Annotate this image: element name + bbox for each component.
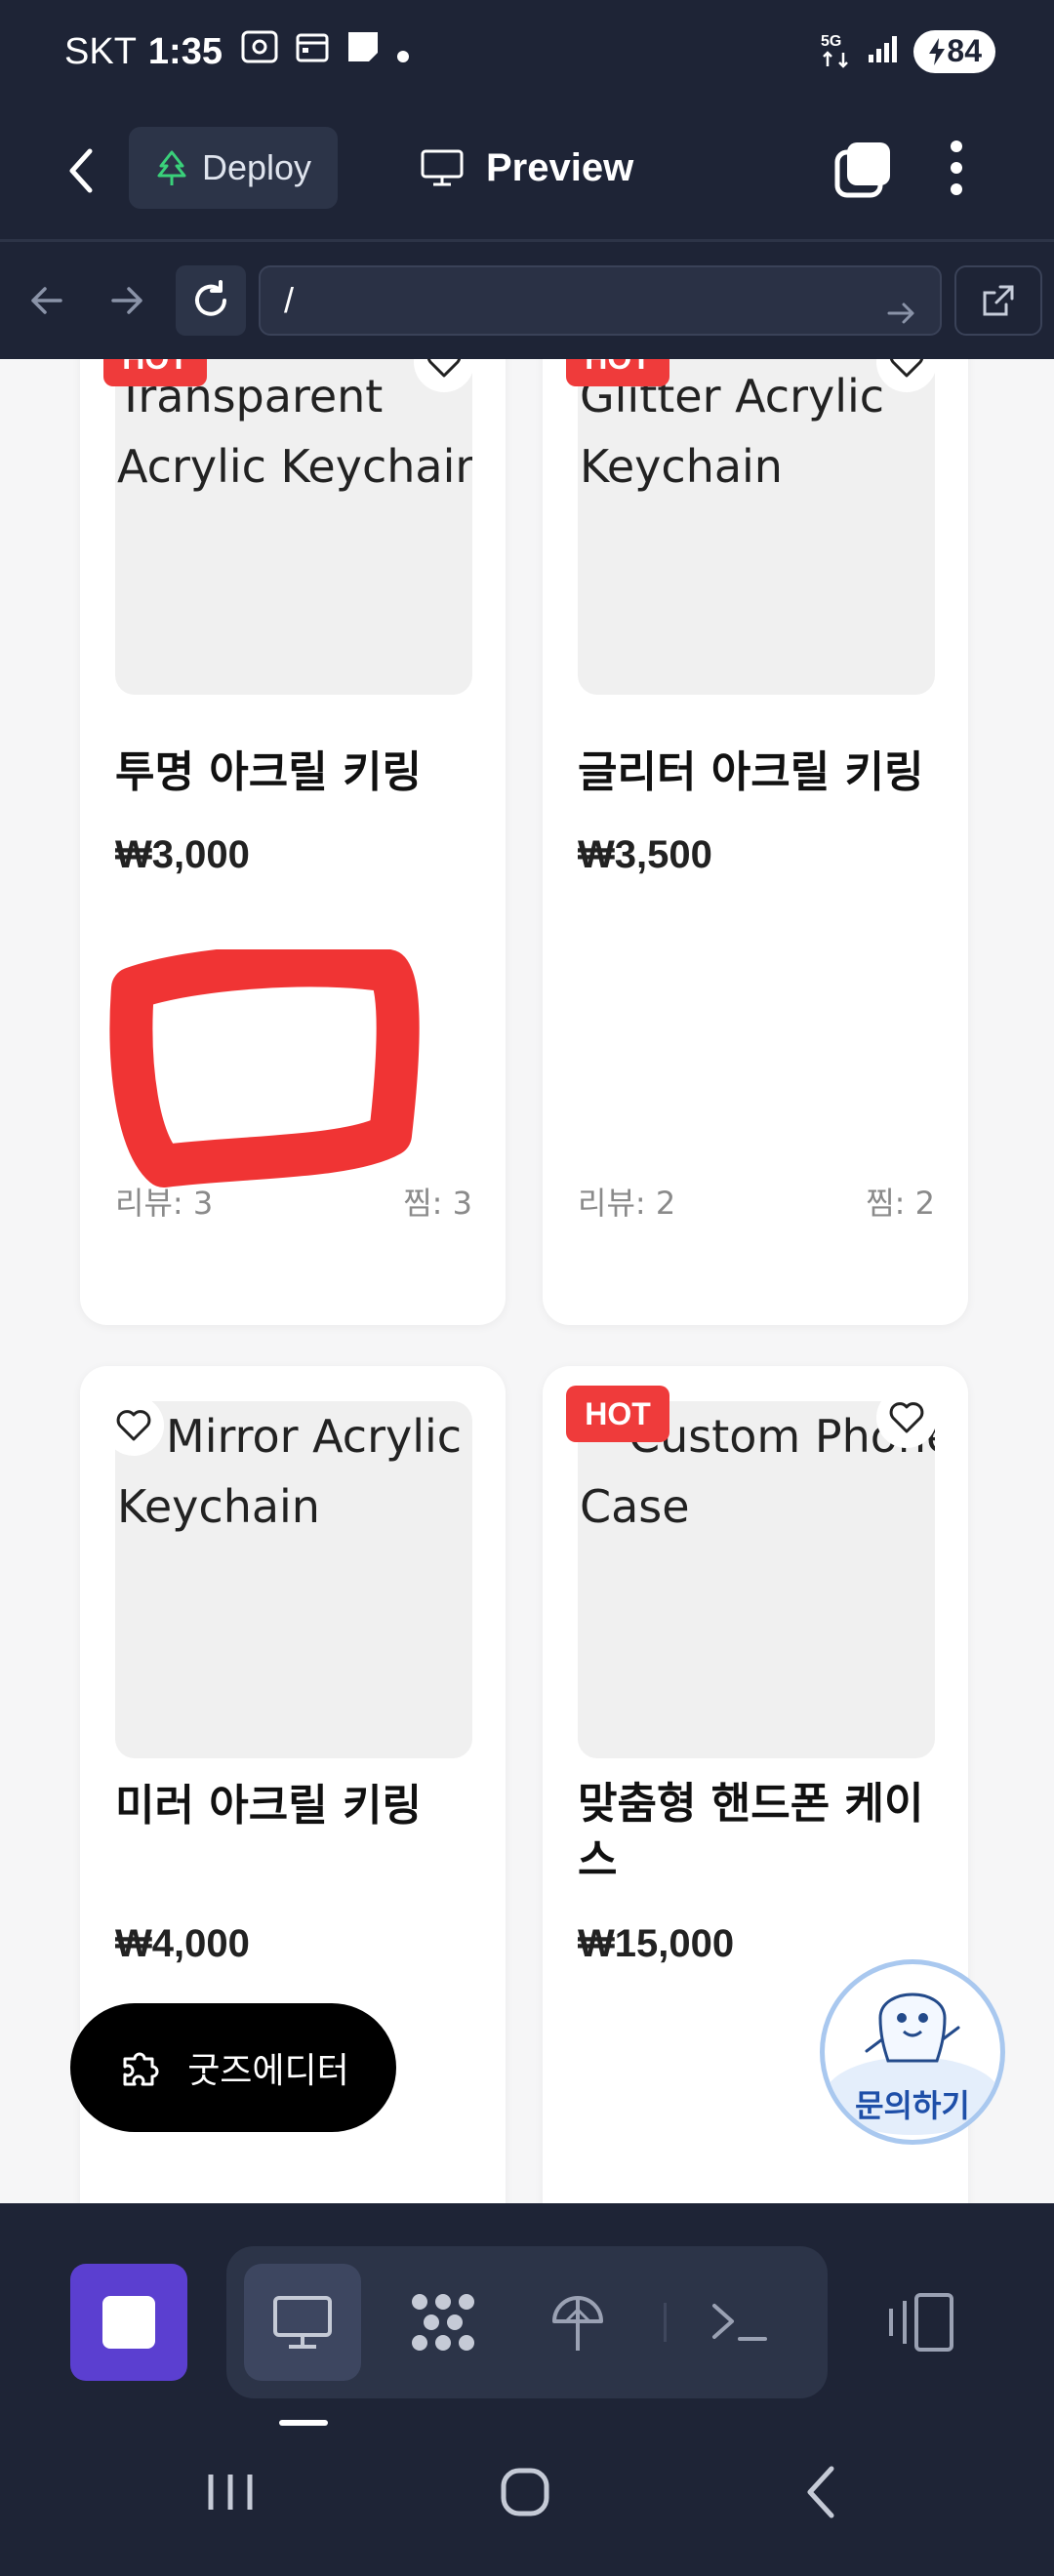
monitor-icon: [273, 2296, 332, 2349]
browser-nav-bar: /: [0, 242, 1054, 359]
product-price: ₩4,000: [115, 1922, 250, 1965]
hot-badge: HOT: [566, 359, 669, 386]
product-title[interactable]: 투명 아크릴 키링: [115, 745, 476, 801]
tree-icon: [157, 150, 186, 185]
nav-forward-button[interactable]: [105, 279, 148, 326]
clock: 1:35: [147, 30, 223, 72]
umbrella-icon: [552, 2296, 603, 2351]
red-annotation-mark: [109, 949, 420, 1187]
product-meta: 리뷰: 2 찜: 2: [578, 1179, 935, 1224]
battery-indicator: 84: [913, 29, 995, 73]
view-switcher: [226, 2246, 828, 2398]
dots-network-icon: [412, 2294, 474, 2351]
heart-icon: [889, 1402, 924, 1433]
product-price: ₩3,000: [115, 833, 250, 876]
charging-icon: [929, 37, 946, 65]
note-icon: [345, 29, 381, 74]
toolbar-separator: [664, 2303, 667, 2342]
back-button[interactable]: [59, 141, 107, 200]
stop-button[interactable]: [70, 2264, 187, 2381]
stop-icon: [102, 2296, 155, 2349]
product-price: ₩3,500: [578, 833, 712, 876]
favorite-button[interactable]: [876, 1388, 937, 1448]
monitor-icon: [421, 149, 464, 186]
tabs-icon[interactable]: [831, 139, 894, 205]
review-count: 리뷰: 2: [578, 1185, 676, 1222]
favorite-button[interactable]: [103, 1395, 164, 1456]
deploy-view-button[interactable]: [519, 2264, 636, 2381]
home-button[interactable]: [496, 2463, 554, 2525]
inquiry-label: 문의하기: [855, 2087, 970, 2124]
preview-label: Preview: [486, 145, 634, 189]
recent-apps-icon: [208, 2475, 253, 2510]
preview-view-button[interactable]: [244, 2264, 361, 2381]
signal-icon: [867, 33, 900, 69]
svg-text:5G: 5G: [821, 33, 841, 50]
url-text: /: [284, 280, 295, 320]
deploy-button[interactable]: Deploy: [129, 127, 338, 209]
product-price: ₩15,000: [578, 1922, 735, 1965]
product-card[interactable]: Glitter Acrylic Keychain HOT 글리터 아크릴 키링 …: [543, 359, 968, 1325]
dot-icon: [396, 31, 410, 73]
reload-button[interactable]: [176, 265, 246, 336]
open-external-button[interactable]: [954, 265, 1042, 336]
go-arrow-icon[interactable]: [885, 285, 918, 351]
product-image[interactable]: Glitter Acrylic Keychain: [578, 359, 935, 695]
heart-icon: [426, 359, 462, 378]
hot-badge: HOT: [566, 1386, 669, 1442]
recent-apps-button[interactable]: [203, 2463, 258, 2525]
nav-back-button[interactable]: [25, 279, 68, 326]
inquiry-button[interactable]: 문의하기: [820, 1959, 1005, 2145]
reload-icon: [195, 280, 226, 316]
url-input[interactable]: /: [259, 265, 942, 336]
goods-editor-button[interactable]: 굿즈에디터: [70, 2003, 396, 2132]
back-arrow-icon: [807, 2466, 834, 2518]
product-image[interactable]: Transparent Acrylic Keychain: [115, 359, 472, 695]
product-image[interactable]: Mirror Acrylic Keychain: [115, 1401, 472, 1758]
deploy-label: Deploy: [201, 147, 312, 187]
home-icon: [501, 2468, 549, 2516]
chevron-left-icon: [69, 148, 93, 193]
network-5g-icon: 5G: [820, 29, 853, 73]
product-title[interactable]: 맞춤형 핸드폰 케이스: [578, 1776, 939, 1889]
agent-view-button[interactable]: [385, 2264, 502, 2381]
system-navigation-bar: [0, 2428, 1054, 2576]
active-tab-indicator: [279, 2420, 328, 2426]
bottom-toolbar: [0, 2203, 1054, 2428]
product-image-alt-text: Mirror Acrylic Keychain: [117, 1410, 463, 1533]
arrow-right-icon: [111, 287, 142, 314]
heart-icon: [116, 1410, 151, 1441]
calendar-icon: [295, 29, 330, 74]
product-title[interactable]: 글리터 아크릴 키링: [578, 745, 939, 801]
system-back-button[interactable]: [798, 2463, 845, 2525]
terminal-view-button[interactable]: [681, 2264, 798, 2381]
split-view-button[interactable]: [883, 2291, 961, 2357]
puzzle-icon: [123, 2052, 159, 2086]
carrier-label: SKT: [64, 30, 137, 72]
app-header: Deploy Preview: [0, 107, 1054, 239]
screenshot-icon: [240, 29, 279, 74]
product-image[interactable]: Custom Phone Case: [578, 1401, 935, 1758]
split-view-icon: [889, 2293, 953, 2352]
status-bar: SKT 1:35 5G 84: [0, 0, 1054, 107]
goods-editor-label: 굿즈에디터: [187, 2051, 349, 2091]
arrow-left-icon: [31, 287, 62, 314]
hot-badge: HOT: [103, 359, 207, 386]
product-title[interactable]: 미러 아크릴 키링: [115, 1778, 476, 1834]
external-link-icon: [983, 285, 1014, 316]
terminal-icon: [712, 2304, 767, 2341]
more-options-icon[interactable]: [947, 137, 966, 203]
heart-icon: [889, 359, 924, 378]
preview-content: Transparent Acrylic Keychain HOT 투명 아크릴 …: [0, 359, 1054, 2203]
preview-tab[interactable]: Preview: [420, 127, 633, 209]
like-count: 찜: 2: [866, 1185, 935, 1222]
battery-level: 84: [947, 33, 982, 68]
